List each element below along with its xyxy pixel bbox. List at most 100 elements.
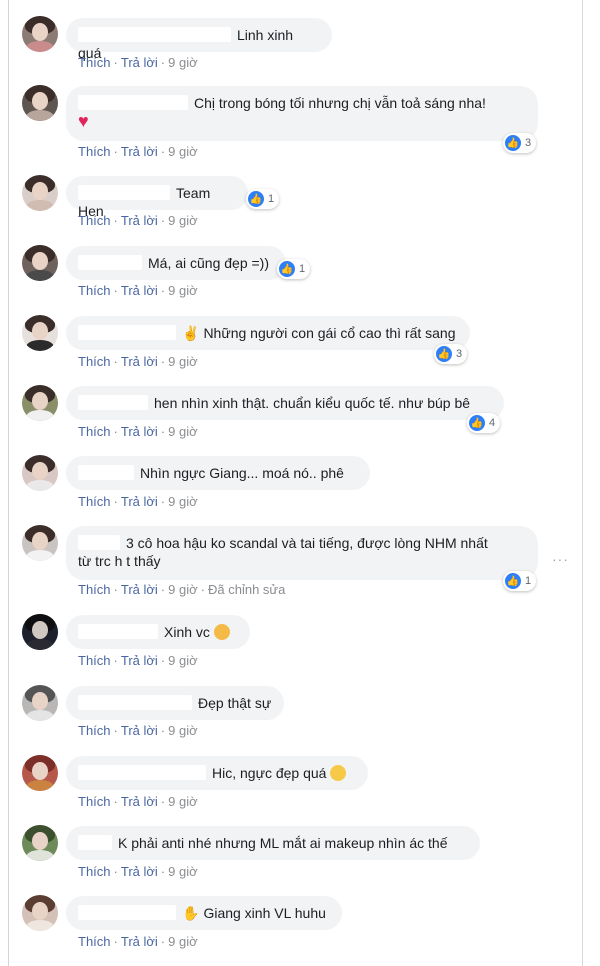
reply-link[interactable]: Trả lời xyxy=(121,723,158,738)
redacted-author-name xyxy=(78,535,120,550)
redacted-author-name xyxy=(78,325,176,340)
like-link[interactable]: Thích xyxy=(78,794,111,809)
comment-text: Má, ai cũng đẹp =)) xyxy=(148,255,270,271)
timestamp[interactable]: 9 giờ xyxy=(168,354,198,369)
reply-link[interactable]: Trả lời xyxy=(121,864,158,879)
more-options-icon[interactable]: ··· xyxy=(552,551,569,567)
reply-link[interactable]: Trả lời xyxy=(121,494,158,509)
hand-emoji-icon: ✌ xyxy=(182,325,200,341)
left-divider xyxy=(8,0,9,966)
like-link[interactable]: Thích xyxy=(78,424,111,439)
timestamp[interactable]: 9 giờ xyxy=(168,55,198,70)
comment-text: Giang xinh VL huhu xyxy=(203,905,326,921)
avatar[interactable] xyxy=(22,755,58,791)
like-link[interactable]: Thích xyxy=(78,864,111,879)
reply-link[interactable]: Trả lời xyxy=(121,55,158,70)
timestamp[interactable]: 9 giờ xyxy=(168,213,198,228)
avatar[interactable] xyxy=(22,455,58,491)
comment-text-line1: 3 cô hoa hậu ko scandal và tai tiếng, đư… xyxy=(126,535,488,551)
comment-actions: Thích · Trả lời · 9 giờ · Đã chỉnh sửa xyxy=(78,582,286,597)
edited-label[interactable]: Đã chỉnh sửa xyxy=(208,582,285,597)
reaction-count[interactable]: 👍 1 xyxy=(246,189,280,209)
like-link[interactable]: Thích xyxy=(78,55,111,70)
like-link[interactable]: Thích xyxy=(78,283,111,298)
avatar[interactable] xyxy=(22,895,58,931)
heart-emoji-icon: ♥ xyxy=(78,111,89,131)
like-link[interactable]: Thích xyxy=(78,723,111,738)
comment-actions: Thích · Trả lời · 9 giờ xyxy=(78,144,198,159)
comment-text: Nhìn ngực Giang... moá nó.. phê xyxy=(140,465,344,481)
comment-bubble: Chị trong bóng tối nhưng chị vẫn toả sán… xyxy=(66,86,538,141)
reply-link[interactable]: Trả lời xyxy=(121,794,158,809)
reply-link[interactable]: Trả lời xyxy=(121,213,158,228)
avatar[interactable] xyxy=(22,525,58,561)
avatar[interactable] xyxy=(22,85,58,121)
like-link[interactable]: Thích xyxy=(78,653,111,668)
redacted-author-name xyxy=(78,185,170,200)
comment-bubble: hen nhìn xinh thật. chuẩn kiểu quốc tế. … xyxy=(66,386,504,420)
like-link[interactable]: Thích xyxy=(78,934,111,949)
comment-bubble: Má, ai cũng đẹp =)) xyxy=(66,246,286,280)
comment-bubble: K phải anti nhé nhưng ML mắt ai makeup n… xyxy=(66,826,480,860)
avatar[interactable] xyxy=(22,685,58,721)
reaction-count[interactable]: 👍 3 xyxy=(503,133,537,153)
timestamp[interactable]: 9 giờ xyxy=(168,144,198,159)
redacted-author-name xyxy=(78,765,206,780)
avatar[interactable] xyxy=(22,385,58,421)
smiling-emoji-icon xyxy=(330,765,347,781)
timestamp[interactable]: 9 giờ xyxy=(168,723,198,738)
timestamp[interactable]: 9 giờ xyxy=(168,494,198,509)
comment-actions: Thích · Trả lời · 9 giờ xyxy=(78,354,198,369)
comment-bubble: Linh xinh quá xyxy=(66,18,332,61)
redacted-author-name xyxy=(78,95,188,110)
like-icon: 👍 xyxy=(505,573,521,589)
comment-actions: Thích · Trả lời · 9 giờ xyxy=(78,213,198,228)
reaction-count[interactable]: 👍 1 xyxy=(503,571,537,591)
timestamp[interactable]: 9 giờ xyxy=(168,424,198,439)
comment-text: hen nhìn xinh thật. chuẩn kiểu quốc tế. … xyxy=(154,395,471,411)
reply-link[interactable]: Trả lời xyxy=(121,934,158,949)
redacted-author-name xyxy=(78,905,176,920)
avatar[interactable] xyxy=(22,315,58,351)
right-divider xyxy=(582,0,583,966)
avatar[interactable] xyxy=(22,245,58,281)
timestamp[interactable]: 9 giờ xyxy=(168,582,198,597)
reply-link[interactable]: Trả lời xyxy=(121,144,158,159)
comment-actions: Thích · Trả lời · 9 giờ xyxy=(78,864,198,879)
comment-actions: Thích · Trả lời · 9 giờ xyxy=(78,424,198,439)
reply-link[interactable]: Trả lời xyxy=(121,424,158,439)
redacted-author-name xyxy=(78,624,158,639)
reply-link[interactable]: Trả lời xyxy=(121,582,158,597)
redacted-author-name xyxy=(78,465,134,480)
reaction-count[interactable]: 👍 4 xyxy=(467,413,501,433)
like-link[interactable]: Thích xyxy=(78,144,111,159)
timestamp[interactable]: 9 giờ xyxy=(168,794,198,809)
reaction-count[interactable]: 👍 3 xyxy=(434,344,468,364)
reply-link[interactable]: Trả lời xyxy=(121,283,158,298)
comment-bubble: ✋ Giang xinh VL huhu xyxy=(66,896,342,930)
reply-link[interactable]: Trả lời xyxy=(121,653,158,668)
redacted-author-name xyxy=(78,395,148,410)
avatar[interactable] xyxy=(22,175,58,211)
comment-bubble: Đẹp thật sự xyxy=(66,686,284,720)
reply-link[interactable]: Trả lời xyxy=(121,354,158,369)
timestamp[interactable]: 9 giờ xyxy=(168,934,198,949)
like-icon: 👍 xyxy=(469,415,485,431)
avatar[interactable] xyxy=(22,614,58,650)
comment-text: Chị trong bóng tối nhưng chị vẫn toả sán… xyxy=(194,95,486,111)
like-link[interactable]: Thích xyxy=(78,582,111,597)
like-icon: 👍 xyxy=(436,346,452,362)
comment-text: Những người con gái cổ cao thì rất sang xyxy=(203,325,456,341)
like-link[interactable]: Thích xyxy=(78,354,111,369)
avatar[interactable] xyxy=(22,16,58,52)
like-link[interactable]: Thích xyxy=(78,213,111,228)
reaction-count[interactable]: 👍 1 xyxy=(277,259,311,279)
timestamp[interactable]: 9 giờ xyxy=(168,283,198,298)
comment-bubble: Hic, ngực đẹp quá xyxy=(66,756,368,790)
like-link[interactable]: Thích xyxy=(78,494,111,509)
redacted-author-name xyxy=(78,255,142,270)
avatar[interactable] xyxy=(22,825,58,861)
timestamp[interactable]: 9 giờ xyxy=(168,864,198,879)
timestamp[interactable]: 9 giờ xyxy=(168,653,198,668)
comment-actions: Thích · Trả lời · 9 giờ xyxy=(78,55,198,70)
